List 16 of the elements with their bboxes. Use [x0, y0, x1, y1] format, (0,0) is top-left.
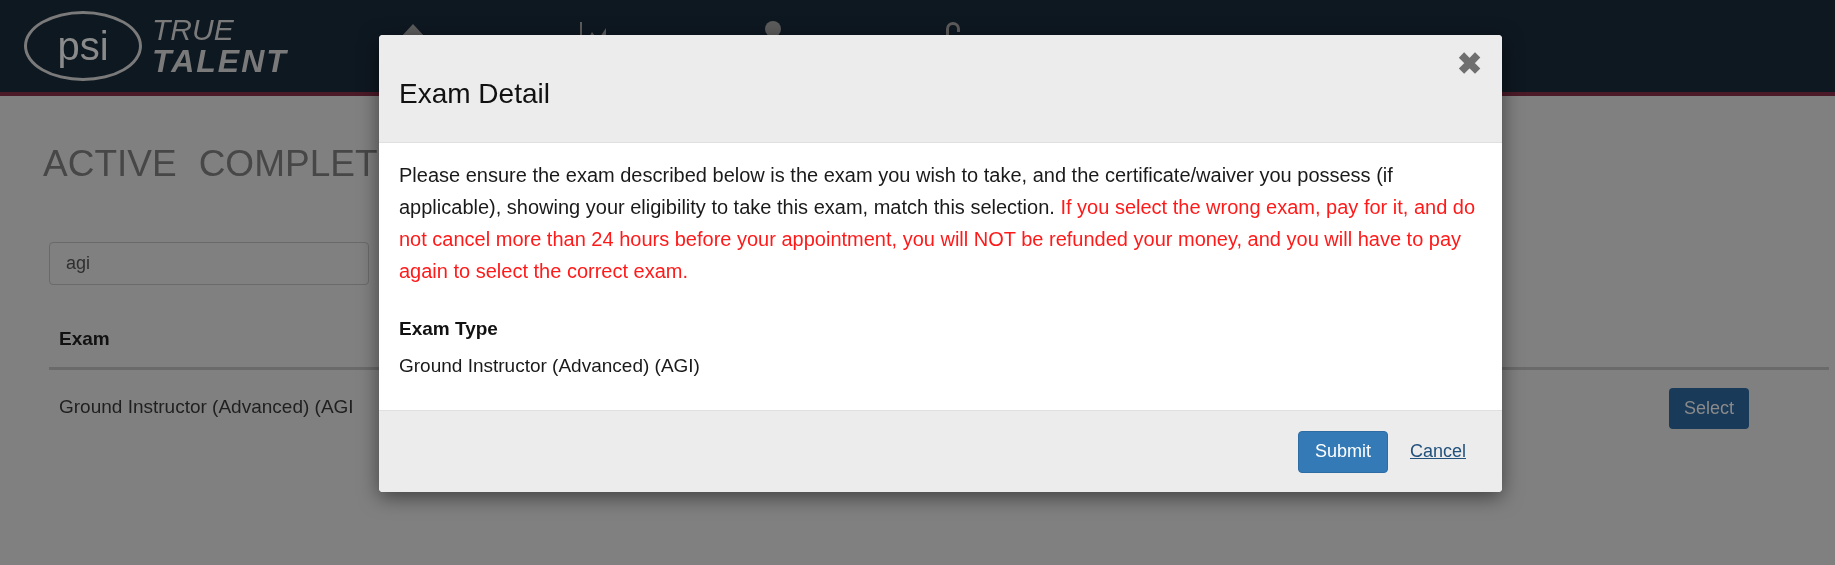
- cancel-link[interactable]: Cancel: [1409, 438, 1466, 465]
- select-button[interactable]: Select: [1668, 388, 1749, 429]
- field-label: Exam Type: [399, 317, 499, 341]
- modal-title: Exam Detail: [399, 76, 550, 111]
- field-value: Ground Instructor (Advanced) (AGI): [399, 353, 701, 378]
- submit-button[interactable]: Submit: [1297, 430, 1388, 473]
- column-header: Exam: [58, 326, 110, 351]
- modal-message: Please ensure the exam described below is the exam you wish to take, and the certificate/waiver you possess (if applicable), showing your eligibility to take this exam, match this selection. If you select the wrong exam, pay for it, and do not cancel more than 24 hours before your appointment, you will NOT be refunded your money, and you will have to pay again to select the correct exam.: [399, 163, 1477, 284]
- tab[interactable]: ACTIVE: [43, 136, 177, 192]
- tab[interactable]: COMPLET: [198, 136, 378, 192]
- logo-text: TALENT: [152, 45, 288, 77]
- logo-text: TRUE: [152, 15, 235, 45]
- search-field[interactable]: agi: [49, 241, 369, 285]
- table-cell-text: Ground Instructor (Advanced) (AGI: [58, 395, 354, 420]
- logo-mark: psi: [24, 11, 142, 81]
- close-button[interactable]: ✖: [1457, 49, 1482, 79]
